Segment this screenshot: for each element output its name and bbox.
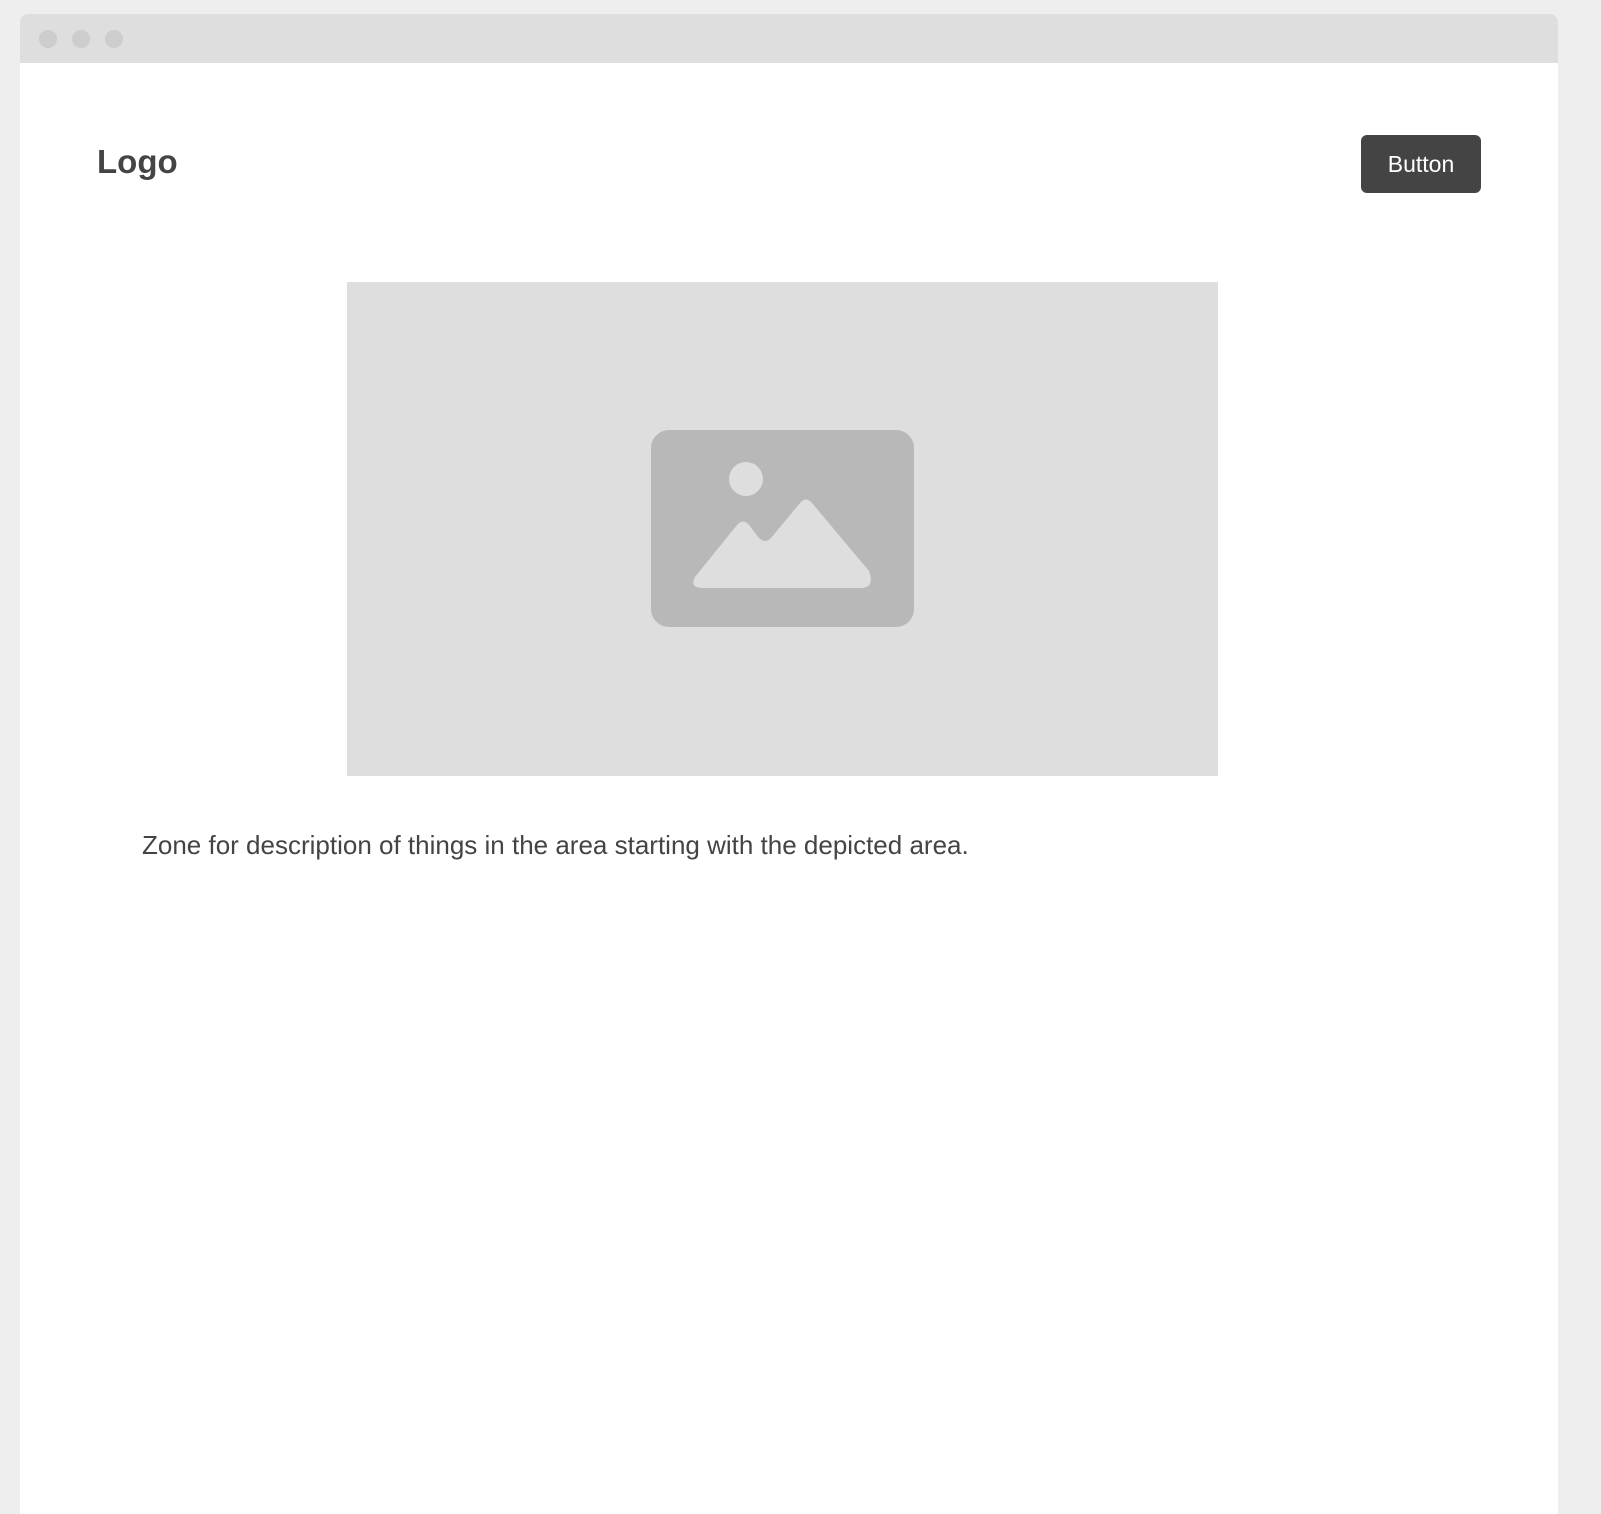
logo[interactable]: Logo <box>97 142 178 182</box>
description-text: Zone for description of things in the ar… <box>142 830 969 860</box>
image-placeholder <box>347 282 1218 776</box>
image-placeholder-icon <box>651 430 914 627</box>
window-maximize-dot[interactable] <box>105 30 123 48</box>
window-close-dot[interactable] <box>39 30 57 48</box>
browser-window: Logo Button Zone for description of thin… <box>20 14 1558 1514</box>
window-minimize-dot[interactable] <box>72 30 90 48</box>
header-button[interactable]: Button <box>1361 135 1481 193</box>
window-titlebar <box>20 14 1558 63</box>
